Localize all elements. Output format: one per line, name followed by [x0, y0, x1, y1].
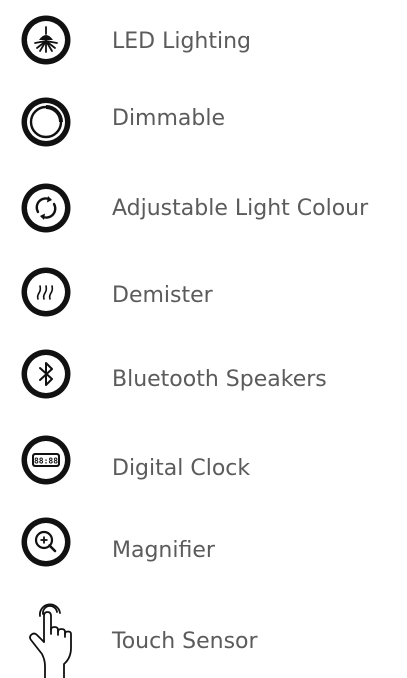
touch-hand-icon: [18, 602, 78, 678]
feature-label: Dimmable: [112, 106, 226, 131]
bluetooth-icon: [20, 348, 72, 400]
feature-label: Adjustable Light Colour: [112, 196, 369, 221]
feature-label: Bluetooth Speakers: [112, 367, 327, 392]
feature-label: Magnifier: [112, 538, 215, 563]
feature-magnifier: Magnifier: [0, 510, 407, 582]
feature-demister: Demister: [0, 256, 407, 328]
adjustable-light-colour-icon: [20, 182, 72, 234]
feature-list: LED Lighting Dimmable Adjustable Light C…: [0, 0, 407, 678]
feature-label: Demister: [112, 283, 213, 308]
demister-icon: [20, 266, 72, 318]
feature-dimmable: Dimmable: [0, 88, 407, 160]
feature-label: Digital Clock: [112, 456, 251, 481]
magnifier-icon: [20, 516, 72, 568]
digital-clock-icon: 88:88: [20, 434, 72, 486]
feature-bluetooth-speakers: Bluetooth Speakers: [0, 338, 407, 410]
led-lighting-icon: [20, 14, 72, 66]
feature-label: LED Lighting: [112, 29, 252, 54]
feature-digital-clock: 88:88 Digital Clock: [0, 422, 407, 494]
svg-text:88:88: 88:88: [34, 457, 58, 466]
dimmable-icon: [20, 96, 72, 148]
feature-touch-sensor: Touch Sensor: [0, 594, 407, 678]
feature-led-lighting: LED Lighting: [0, 4, 407, 76]
feature-label: Touch Sensor: [112, 629, 258, 654]
feature-adjustable-light-colour: Adjustable Light Colour: [0, 170, 407, 242]
